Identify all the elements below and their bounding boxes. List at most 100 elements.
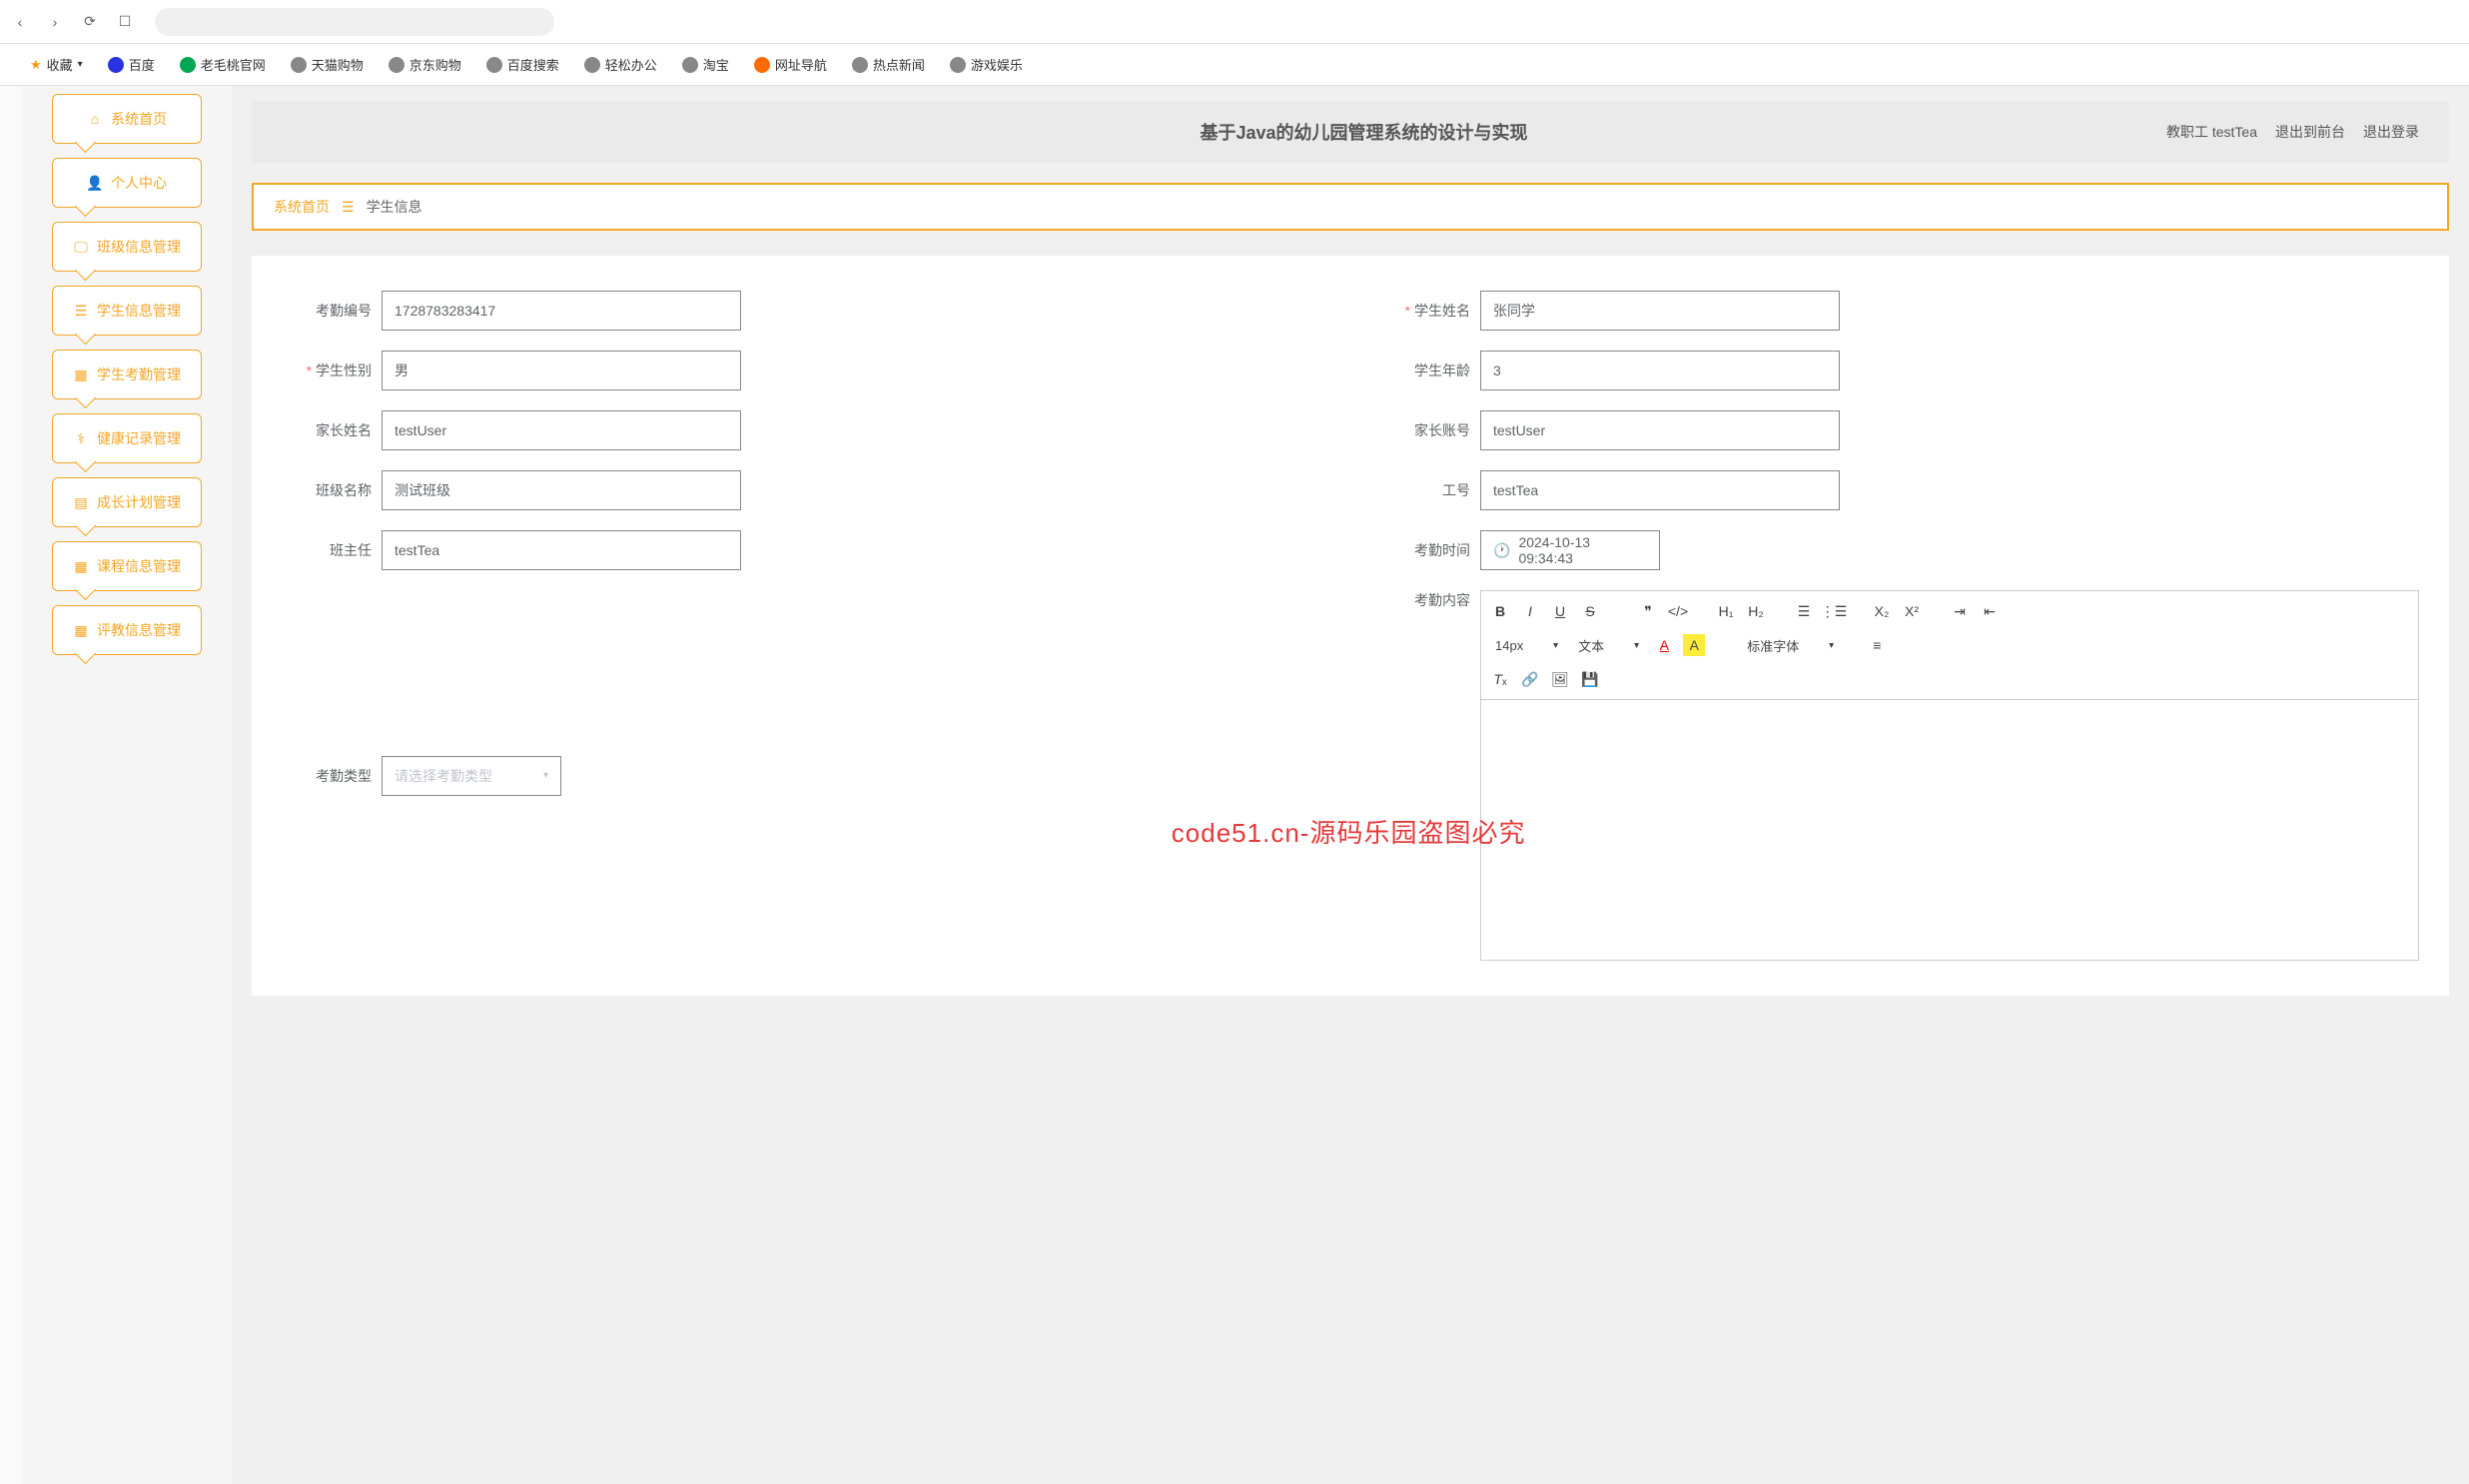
page-header: 基于Java的幼儿园管理系统的设计与实现 教职工 testTea 退出到前台 退… <box>252 101 2449 163</box>
font-family-select[interactable]: 标准字体 <box>1741 636 1840 655</box>
align-button[interactable]: ≡ <box>1866 634 1888 656</box>
save-button[interactable]: 💾 <box>1579 668 1601 690</box>
list-icon: ☰ <box>73 303 89 319</box>
globe-icon <box>852 57 868 73</box>
unordered-list-button[interactable]: ⋮☰ <box>1823 600 1845 622</box>
bookmark-news[interactable]: 热点新闻 <box>852 55 925 74</box>
bookmarks-bar: ★ 收藏 ▾ 百度 老毛桃官网 天猫购物 京东购物 百度搜索 轻松办公 淘宝 网… <box>0 44 2469 86</box>
sidebar-item-evaluation[interactable]: ▦ 评教信息管理 <box>52 605 202 655</box>
h2-button[interactable]: H₂ <box>1745 600 1767 622</box>
bookmark-nav[interactable]: 网址导航 <box>754 55 827 74</box>
attendance-time-input[interactable]: 🕐 2024-10-13 09:34:43 <box>1480 530 1660 570</box>
parent-account-input[interactable] <box>1480 410 1840 450</box>
app-title: 基于Java的幼儿园管理系统的设计与实现 <box>561 119 2166 145</box>
head-teacher-input[interactable] <box>382 530 741 570</box>
user-icon: 👤 <box>87 175 103 191</box>
class-name-input[interactable] <box>382 470 741 510</box>
grid-icon: ▦ <box>73 622 89 638</box>
code-button[interactable]: </> <box>1667 600 1689 622</box>
sidebar-item-class-info[interactable]: 🖵 班级信息管理 <box>52 222 202 272</box>
main-content: 基于Java的幼儿园管理系统的设计与实现 教职工 testTea 退出到前台 退… <box>232 86 2469 1484</box>
forward-button[interactable]: › <box>45 12 65 32</box>
bookmark-game[interactable]: 游戏娱乐 <box>950 55 1023 74</box>
sidebar-item-student-info[interactable]: ☰ 学生信息管理 <box>52 286 202 336</box>
quote-button[interactable]: ❞ <box>1637 600 1659 622</box>
sidebar-item-profile[interactable]: 👤 个人中心 <box>52 158 202 208</box>
logout-link[interactable]: 退出登录 <box>2363 122 2419 142</box>
ordered-list-button[interactable]: ☰ <box>1793 600 1815 622</box>
sidebar-item-label: 班级信息管理 <box>97 237 181 257</box>
sidebar-item-label: 健康记录管理 <box>97 428 181 448</box>
parent-name-input[interactable] <box>382 410 741 450</box>
student-name-input[interactable] <box>1480 291 1840 331</box>
parent-name-label: 家长姓名 <box>282 420 372 440</box>
sidebar: ⌂ 系统首页 👤 个人中心 🖵 班级信息管理 ☰ 学生信息管理 ▦ 学生考勤管理… <box>22 86 232 1484</box>
bookmark-laomaotao[interactable]: 老毛桃官网 <box>180 55 266 74</box>
globe-icon <box>180 57 196 73</box>
grid-icon: ▦ <box>73 558 89 574</box>
sidebar-item-label: 成长计划管理 <box>97 492 181 512</box>
bookmark-qsoa[interactable]: 轻松办公 <box>584 55 657 74</box>
text-style-select[interactable]: 文本 <box>1572 636 1645 655</box>
sidebar-item-health[interactable]: ⚕ 健康记录管理 <box>52 413 202 463</box>
image-button[interactable]: 🖼 <box>1549 668 1571 690</box>
sidebar-item-label: 系统首页 <box>111 109 167 129</box>
superscript-button[interactable]: X² <box>1901 600 1923 622</box>
text-color-button[interactable]: A <box>1653 634 1675 656</box>
subscript-button[interactable]: X₂ <box>1871 600 1893 622</box>
globe-icon <box>486 57 502 73</box>
attendance-no-input[interactable] <box>382 291 741 331</box>
head-teacher-label: 班主任 <box>282 540 372 560</box>
class-name-label: 班级名称 <box>282 480 372 500</box>
globe-icon <box>389 57 405 73</box>
bookmark-jd[interactable]: 京东购物 <box>389 55 461 74</box>
bookmark-favorites[interactable]: ★ 收藏 ▾ <box>30 55 83 74</box>
student-gender-label: 学生性别 <box>282 361 372 380</box>
globe-icon <box>950 57 966 73</box>
font-size-select[interactable]: 14px <box>1489 638 1564 653</box>
attendance-type-select[interactable]: 请选择考勤类型 ▾ <box>382 756 561 796</box>
indent-button[interactable]: ⇥ <box>1949 600 1971 622</box>
bookmark-baidu[interactable]: 百度 <box>108 55 155 74</box>
student-gender-input[interactable] <box>382 351 741 390</box>
baidu-icon <box>108 57 124 73</box>
sidebar-item-course[interactable]: ▦ 课程信息管理 <box>52 541 202 591</box>
work-no-input[interactable] <box>1480 470 1840 510</box>
bookmark-baidusearch[interactable]: 百度搜索 <box>486 55 559 74</box>
bookmark-taobao[interactable]: 淘宝 <box>682 55 729 74</box>
sidebar-item-label: 评教信息管理 <box>97 620 181 640</box>
screen-icon: 🖵 <box>73 239 89 255</box>
editor-body[interactable] <box>1481 700 2418 960</box>
health-icon: ⚕ <box>73 430 89 446</box>
student-age-input[interactable] <box>1480 351 1840 390</box>
breadcrumb-home[interactable]: 系统首页 <box>274 197 330 217</box>
strike-button[interactable]: S <box>1579 600 1601 622</box>
underline-button[interactable]: U <box>1549 600 1571 622</box>
clock-icon: 🕐 <box>1493 542 1510 559</box>
h1-button[interactable]: H₁ <box>1715 600 1737 622</box>
home-icon: ⌂ <box>87 111 103 127</box>
sidebar-item-label: 个人中心 <box>111 173 167 193</box>
home-button[interactable]: ☐ <box>115 12 135 32</box>
attendance-no-label: 考勤编号 <box>282 301 372 321</box>
bookmark-tmall[interactable]: 天猫购物 <box>291 55 364 74</box>
link-button[interactable]: 🔗 <box>1519 668 1541 690</box>
sidebar-item-home[interactable]: ⌂ 系统首页 <box>52 94 202 144</box>
sidebar-item-attendance[interactable]: ▦ 学生考勤管理 <box>52 350 202 399</box>
refresh-button[interactable]: ⟳ <box>80 12 100 32</box>
outdent-button[interactable]: ⇤ <box>1979 600 2001 622</box>
work-no-label: 工号 <box>1380 480 1470 500</box>
clear-format-button[interactable]: Tₓ <box>1489 668 1511 690</box>
globe-icon <box>682 57 698 73</box>
sidebar-item-label: 课程信息管理 <box>97 556 181 576</box>
sidebar-item-growth[interactable]: ▤ 成长计划管理 <box>52 477 202 527</box>
browser-toolbar: ‹ › ⟳ ☐ <box>0 0 2469 44</box>
rich-text-editor: B I U S ❞ </> H₁ H₂ <box>1480 590 2419 961</box>
url-bar[interactable] <box>155 8 554 36</box>
bold-button[interactable]: B <box>1489 600 1511 622</box>
bg-color-button[interactable]: A <box>1683 634 1705 656</box>
italic-button[interactable]: I <box>1519 600 1541 622</box>
star-icon: ★ <box>30 57 42 73</box>
exit-front-link[interactable]: 退出到前台 <box>2275 122 2345 142</box>
back-button[interactable]: ‹ <box>10 12 30 32</box>
